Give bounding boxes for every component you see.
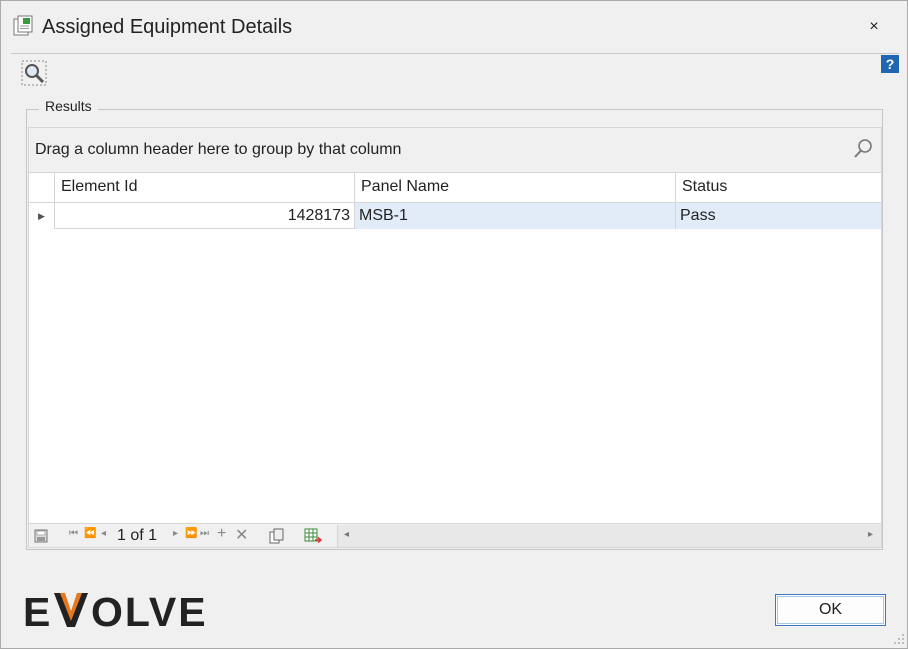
dialog-window: Assigned Equipment Details × ? Results D… [0,0,908,649]
previous-record-icon[interactable]: ◂ [101,528,106,539]
page-indicator: 1 of 1 [117,527,158,544]
column-header-panel-name[interactable]: Panel Name [355,173,676,202]
next-record-icon[interactable]: ▸ [173,528,178,539]
evolve-logo: E OLVE [23,589,208,631]
column-header-status[interactable]: Status [676,173,881,202]
group-by-panel[interactable]: Drag a column header here to group by th… [29,128,881,173]
title-bar: Assigned Equipment Details × [1,1,907,53]
data-navigator: ⏮ ⏪ ◂ 1 of 1 ▸ ⏩ ⏭ + ✕ ◂ ▸ [29,523,881,547]
cell-element-id[interactable]: 1428173 [55,203,355,229]
last-page-icon[interactable]: ⏭ [200,528,209,539]
table-row[interactable]: ▶ 1428173 MSB-1 Pass [29,203,881,229]
row-indicator-icon: ▶ [29,203,55,229]
dialog-title: Assigned Equipment Details [42,16,293,38]
results-grid: Drag a column header here to group by th… [28,127,882,548]
scroll-right-icon[interactable]: ▸ [868,529,873,540]
column-header-row: Element Id Panel Name Status [29,173,881,203]
help-icon[interactable]: ? [881,55,899,73]
column-header-element-id[interactable]: Element Id [55,173,355,202]
save-layout-icon[interactable] [34,529,48,543]
cell-status[interactable]: Pass [676,203,881,229]
document-app-icon [13,15,33,36]
row-indicator-header [29,173,55,202]
next-page-icon[interactable]: ⏩ [185,528,197,539]
group-by-hint: Drag a column header here to group by th… [35,141,402,158]
svg-text:OLVE: OLVE [91,589,208,631]
add-record-icon[interactable]: + [217,525,226,543]
cell-panel-name[interactable]: MSB-1 [355,203,676,229]
previous-page-icon[interactable]: ⏪ [84,528,96,539]
export-grid-icon[interactable] [304,528,322,544]
ok-button[interactable]: OK [775,594,886,626]
delete-record-icon[interactable]: ✕ [235,525,248,545]
results-legend: Results [39,98,98,114]
resize-grip-icon[interactable] [893,633,905,645]
find-icon[interactable] [852,138,874,160]
svg-text:E: E [23,589,52,631]
toolbar-divider [11,53,899,54]
copy-icon[interactable] [269,528,285,544]
scroll-left-icon[interactable]: ◂ [344,529,349,540]
close-button[interactable]: × [863,16,885,38]
first-page-icon[interactable]: ⏮ [69,528,78,539]
zoom-search-icon[interactable] [21,60,47,86]
horizontal-scrollbar[interactable]: ◂ ▸ [337,525,881,547]
